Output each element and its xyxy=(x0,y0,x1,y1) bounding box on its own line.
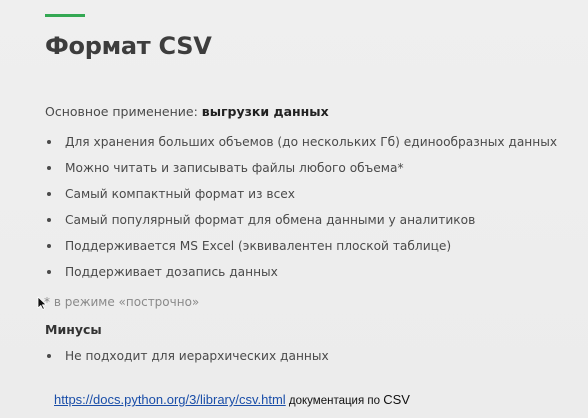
bullet-icon xyxy=(47,218,51,222)
docs-caption: документация по xyxy=(285,395,384,407)
accent-bar xyxy=(45,14,85,17)
list-item-text: Не подходит для иерархических данных xyxy=(65,349,329,363)
features-list: Для хранения больших объемов (до несколь… xyxy=(45,131,557,287)
list-item: Самый компактный формат из всех xyxy=(45,183,557,209)
list-item-text: Поддерживается MS Excel (эквивалентен пл… xyxy=(65,239,452,253)
bullet-icon xyxy=(47,166,51,170)
documentation-line: https://docs.python.org/3/library/csv.ht… xyxy=(54,392,410,407)
list-item: Для хранения больших объемов (до несколь… xyxy=(45,131,557,157)
list-item: Не подходит для иерархических данных xyxy=(45,345,329,369)
list-item: Поддерживает дозапись данных xyxy=(45,261,557,287)
bullet-icon xyxy=(47,192,51,196)
usage-value: выгрузки данных xyxy=(201,104,329,119)
list-item-text: Самый компактный формат из всех xyxy=(65,187,296,201)
slide-title: Формат CSV xyxy=(45,32,212,60)
list-item-text: Можно читать и записывать файлы любого о… xyxy=(65,161,404,175)
bullet-icon xyxy=(47,244,51,248)
list-item-text: Для хранения больших объемов (до несколь… xyxy=(65,135,558,149)
bullet-icon xyxy=(47,354,51,358)
minus-heading: Минусы xyxy=(45,322,102,337)
list-item-text: Поддерживает дозапись данных xyxy=(65,265,278,279)
mouse-cursor-icon xyxy=(37,296,47,310)
usage-line: Основное применение: выгрузки данных xyxy=(45,104,329,119)
list-item: Самый популярный формат для обмена данны… xyxy=(45,209,557,235)
list-item-text: Самый популярный формат для обмена данны… xyxy=(65,213,476,227)
minus-list: Не подходит для иерархических данных xyxy=(45,345,329,369)
bullet-icon xyxy=(47,140,51,144)
slide: Формат CSV Основное применение: выгрузки… xyxy=(0,0,588,418)
list-item: Можно читать и записывать файлы любого о… xyxy=(45,157,557,183)
bullet-icon xyxy=(47,270,51,274)
usage-label: Основное применение: xyxy=(45,104,202,119)
footnote: * в режиме «построчно» xyxy=(44,295,200,309)
list-item: Поддерживается MS Excel (эквивалентен пл… xyxy=(45,235,557,261)
docs-caption-csv: CSV xyxy=(383,392,410,407)
docs-link[interactable]: https://docs.python.org/3/library/csv.ht… xyxy=(54,392,286,407)
